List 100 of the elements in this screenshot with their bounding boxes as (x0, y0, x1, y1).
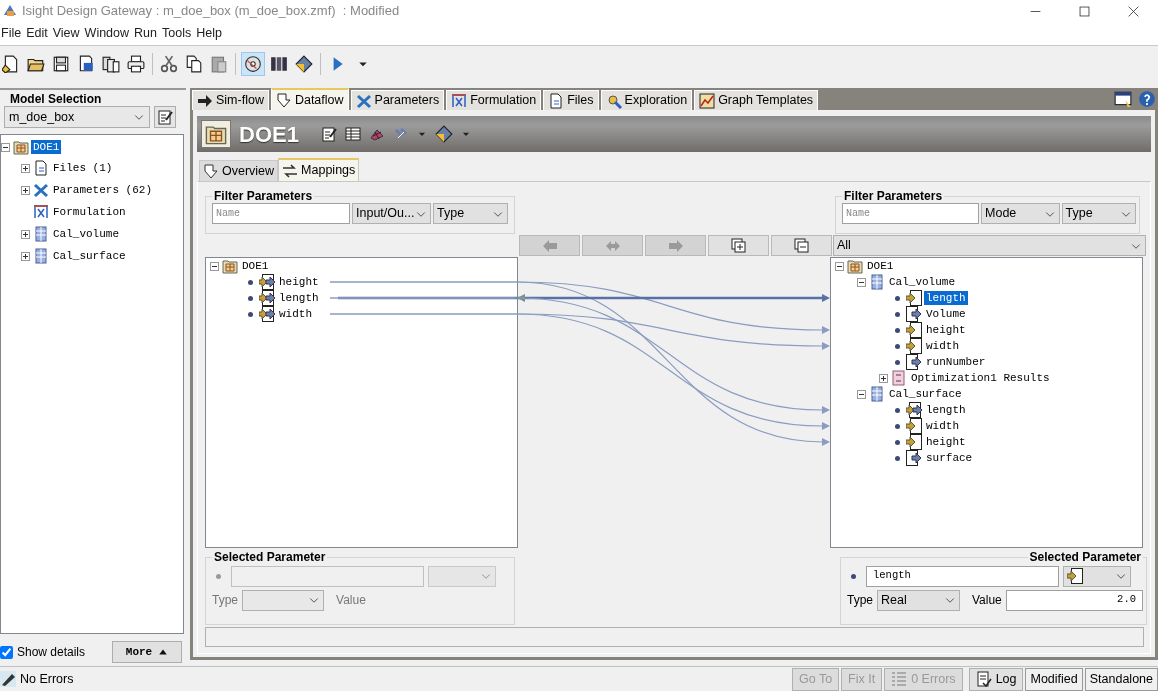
scissors-icon[interactable] (160, 55, 178, 73)
collapse-icon[interactable] (1, 142, 10, 152)
menu-item[interactable]: Window (84, 24, 134, 43)
save-icon[interactable] (52, 55, 70, 73)
tree-item[interactable]: Optimization1 Results (909, 371, 1052, 385)
name-field[interactable]: Name (212, 203, 350, 224)
bullet-icon (895, 359, 900, 365)
tab[interactable]: Mappings (278, 158, 360, 181)
tree-item[interactable]: Files (1) (51, 161, 115, 175)
model-dropdown[interactable]: m_doe_box (4, 106, 150, 128)
tree-item[interactable]: runNumber (924, 355, 988, 369)
type-dropdown[interactable]: Real (877, 589, 960, 611)
tree-item[interactable]: Formulation (51, 205, 128, 219)
field-label: Value (336, 592, 366, 609)
tree-item[interactable]: height (277, 275, 321, 289)
tree-item[interactable]: height (924, 323, 968, 337)
tree-item[interactable]: length (924, 403, 968, 417)
menu-item[interactable]: Help (196, 24, 226, 43)
tab[interactable]: Sim-flow (192, 90, 269, 110)
bullet-icon (895, 439, 900, 445)
maximize-icon[interactable] (1078, 4, 1091, 18)
status-button[interactable]: Log (968, 667, 1024, 691)
diamond-icon[interactable] (295, 55, 313, 73)
tree-item[interactable]: Cal_volume (887, 275, 957, 289)
expand-icon[interactable] (21, 163, 30, 173)
menu-item[interactable]: Edit (26, 24, 52, 43)
expand-icon[interactable] (21, 185, 30, 195)
name-field[interactable]: length (866, 565, 1059, 587)
tree-item[interactable]: length (924, 291, 968, 305)
tree-item[interactable]: width (924, 419, 961, 433)
task-button[interactable] (201, 120, 231, 148)
more-button[interactable]: More (112, 641, 182, 663)
tab[interactable]: Graph Templates (694, 90, 819, 110)
mode-dropdown[interactable]: Input/Ou... (352, 203, 431, 224)
copy-icon[interactable] (185, 55, 203, 73)
inout-parameter-icon (259, 306, 275, 322)
expand-icon[interactable] (879, 373, 888, 383)
menu-item[interactable]: Tools (162, 24, 196, 43)
edit-button[interactable] (154, 106, 176, 128)
tree-item[interactable]: DOE1 (865, 259, 896, 273)
tree-item[interactable]: width (924, 339, 961, 353)
show-details-checkbox[interactable] (0, 645, 13, 659)
mode-dropdown[interactable]: Mode (981, 203, 1060, 224)
value-field[interactable]: 2.0 (1005, 589, 1143, 611)
name-field[interactable]: Name (842, 203, 980, 224)
input-parameter-icon (1067, 568, 1083, 584)
tree-item[interactable]: Cal_volume (51, 227, 121, 241)
document-icon (33, 160, 49, 176)
expand-all-icon (730, 237, 747, 254)
document-export-icon[interactable] (77, 55, 95, 73)
mapping-button[interactable] (708, 235, 769, 256)
toggle-button[interactable] (241, 52, 265, 76)
paste-icon[interactable] (210, 55, 228, 73)
tree-item[interactable]: Cal_surface (887, 387, 964, 401)
mapping-button[interactable] (771, 235, 832, 256)
print-icon[interactable] (127, 55, 145, 73)
tab[interactable]: Files (543, 90, 599, 110)
documents-icon[interactable] (102, 55, 120, 73)
field-label: Type (212, 592, 238, 609)
tree-item[interactable]: Parameters (62) (51, 183, 155, 197)
edit-icon[interactable] (320, 126, 337, 142)
tree-item[interactable]: DOE1 (240, 259, 271, 273)
tab[interactable]: Formulation (446, 90, 542, 110)
menu-item[interactable]: File (1, 24, 26, 43)
panel-title: Filter Parameters (213, 190, 314, 202)
diamond-icon[interactable] (434, 125, 453, 143)
scope-dropdown[interactable]: All (833, 235, 1146, 256)
tree-item[interactable]: width (277, 307, 314, 321)
tree-item[interactable]: Cal_surface (51, 249, 128, 263)
menu-item[interactable]: View (52, 24, 84, 43)
tree-item[interactable]: height (924, 435, 968, 449)
expand-icon[interactable] (21, 251, 30, 261)
expand-icon[interactable] (21, 229, 30, 239)
collapse-icon[interactable] (857, 277, 866, 287)
help-icon[interactable] (1138, 90, 1156, 108)
tab[interactable]: Dataflow (270, 88, 349, 110)
tree-item[interactable]: DOE1 (31, 140, 62, 154)
tree-item[interactable]: surface (924, 451, 975, 465)
tab[interactable]: Overview (199, 160, 279, 181)
window-icon[interactable] (1114, 90, 1132, 108)
tab[interactable]: Parameters (350, 90, 445, 110)
close-icon[interactable] (1127, 4, 1140, 18)
collapse-icon[interactable] (210, 261, 219, 271)
bullet-icon (248, 295, 253, 301)
collapse-icon[interactable] (835, 261, 844, 271)
type-dropdown[interactable]: Type (1061, 203, 1136, 224)
new-file-icon[interactable] (2, 55, 20, 73)
tab[interactable]: Exploration (600, 90, 693, 110)
table-icon[interactable] (344, 126, 361, 142)
collapse-icon[interactable] (857, 389, 866, 399)
menu-item[interactable]: Run (134, 24, 161, 43)
type-dropdown[interactable]: Type (433, 203, 508, 224)
panel-title: Model Selection (0, 88, 186, 104)
mode-dropdown[interactable] (1063, 565, 1131, 587)
status-message: No Errors (20, 670, 74, 688)
tree-item[interactable]: length (277, 291, 321, 305)
output-parameter-icon (906, 450, 922, 466)
formula-icon (451, 92, 468, 109)
books-icon[interactable] (270, 55, 288, 73)
tree-item[interactable]: Volume (924, 307, 968, 321)
